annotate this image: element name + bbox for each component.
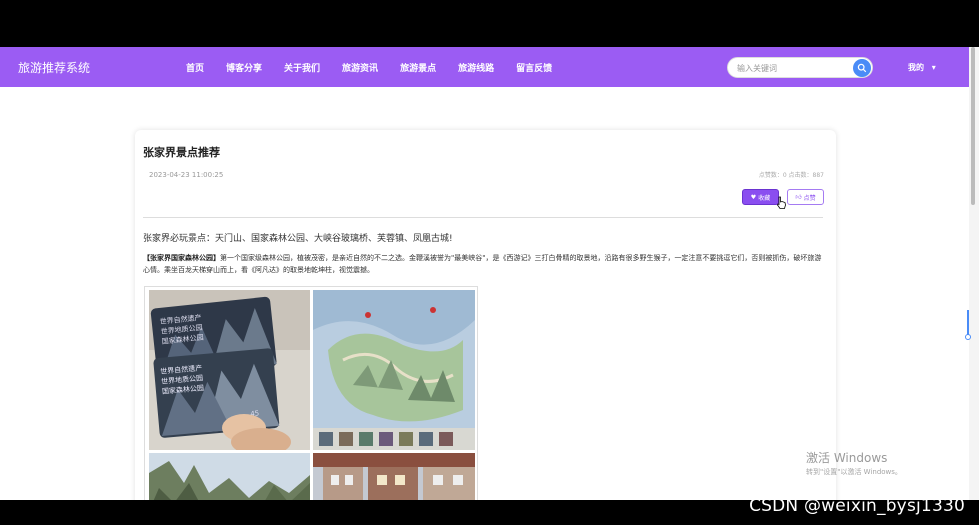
navbar: 旅游推荐系统 首页 博客分享 关于我们 旅游资讯 旅游景点 旅游线路 留言反馈 … <box>0 47 969 87</box>
windows-activation-notice: 激活 Windows 转到"设置"以激活 Windows。 <box>806 449 966 477</box>
article-stats: 点赞数：0 点击数：887 <box>758 172 824 179</box>
search-box <box>727 57 873 78</box>
like-label: 点赞 <box>803 194 816 202</box>
like-button[interactable]: 👍︎ 点赞 <box>787 189 824 205</box>
favorite-button[interactable]: ♥ 收藏 <box>742 189 779 205</box>
image-gallery: 世界自然遗产 世界地质公园 国家森林公园 世界自然遗产 世界地质公园 国家森林公… <box>144 286 478 511</box>
favorite-label: 收藏 <box>758 194 771 202</box>
csdn-watermark: CSDN @weixin_bysj1330 <box>749 496 965 516</box>
user-menu[interactable]: 我的 ▾ <box>908 62 936 73</box>
paragraph-heading: 【张家界国家森林公园】 <box>143 254 220 262</box>
user-menu-label: 我的 <box>908 63 924 72</box>
thumb-up-icon: 👍︎ <box>795 194 802 201</box>
heart-icon: ♥ <box>750 193 757 201</box>
search-input[interactable] <box>737 61 847 75</box>
activation-subtitle: 转到"设置"以激活 Windows。 <box>806 468 902 476</box>
scenic-map-photo[interactable] <box>313 290 475 450</box>
menu-news[interactable]: 旅游资讯 <box>342 61 378 74</box>
article-paragraph: 【张家界国家森林公园】第一个国家级森林公园，植被茂密，是亲近自然的不二之选。金鞭… <box>143 252 828 276</box>
side-slider-handle[interactable] <box>965 310 971 340</box>
article-intro: 张家界必玩景点：天门山、国家森林公园、大峡谷玻璃桥、芙蓉镇、凤凰古城! <box>143 234 453 244</box>
menu-routes[interactable]: 旅游线路 <box>458 61 494 74</box>
article-card: 张家界景点推荐 2023-04-23 11:00:25 点赞数：0 点击数：88… <box>135 130 836 511</box>
scrollbar-thumb[interactable] <box>971 47 975 205</box>
menu-feedback[interactable]: 留言反馈 <box>516 61 552 74</box>
page-scrollbar[interactable] <box>969 47 979 500</box>
menu-blog[interactable]: 博客分享 <box>226 61 262 74</box>
brand-title[interactable]: 旅游推荐系统 <box>18 59 90 76</box>
paragraph-body: 第一个国家级森林公园，植被茂密，是亲近自然的不二之选。金鞭溪被誉为"最美峡谷"，… <box>143 254 822 274</box>
search-button[interactable] <box>853 59 871 77</box>
menu-spots[interactable]: 旅游景点 <box>400 61 436 74</box>
menu-about[interactable]: 关于我们 <box>284 61 320 74</box>
chevron-down-icon: ▾ <box>931 63 936 72</box>
top-black-bar <box>0 0 979 47</box>
activation-title: 激活 Windows <box>806 451 888 465</box>
mouse-cursor-icon <box>777 196 786 209</box>
search-icon <box>857 63 867 73</box>
article-date: 2023-04-23 11:00:25 <box>149 171 224 179</box>
menu-home[interactable]: 首页 <box>186 61 204 74</box>
bottom-black-bar: CSDN @weixin_bysj1330 <box>0 496 979 525</box>
ticket-photo[interactable]: 世界自然遗产 世界地质公园 国家森林公园 世界自然遗产 世界地质公园 国家森林公… <box>149 290 310 450</box>
main-menu: 首页 博客分享 关于我们 旅游资讯 旅游景点 旅游线路 留言反馈 <box>186 47 574 87</box>
divider <box>143 217 823 218</box>
article-title: 张家界景点推荐 <box>143 146 220 159</box>
